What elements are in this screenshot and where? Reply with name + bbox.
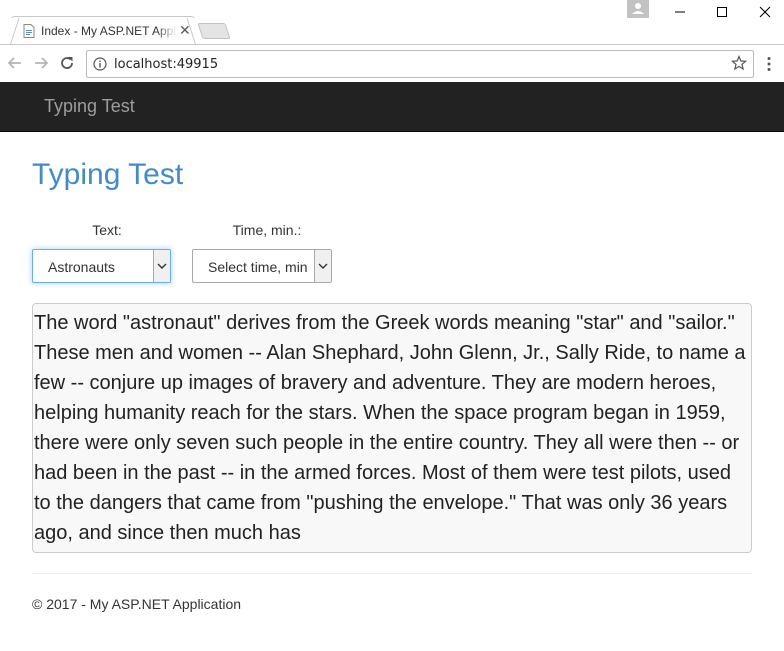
tab-strip: Index - My ASP.NET Application ✕ — [0, 0, 784, 45]
page-title: Typing Test — [32, 158, 184, 191]
browser-toolbar: localhost:49915 — [0, 44, 784, 82]
back-arrow-icon[interactable] — [6, 54, 24, 72]
window-close-icon[interactable] — [755, 3, 775, 21]
address-bar[interactable]: localhost:49915 — [86, 50, 754, 78]
chevron-down-icon — [318, 263, 328, 269]
passage-text: The word "astronaut" derives from the Gr… — [34, 312, 746, 544]
maximize-icon[interactable] — [712, 3, 732, 21]
time-select[interactable]: Select time, min — [192, 249, 332, 283]
text-select-value: Astronauts — [48, 259, 115, 275]
reload-icon[interactable] — [58, 54, 76, 72]
footer-divider — [32, 573, 752, 574]
navbar-brand-link[interactable]: Typing Test — [44, 96, 135, 117]
text-select-label: Text: — [92, 222, 122, 238]
text-select-dropdown-button[interactable] — [153, 250, 170, 282]
text-select[interactable]: Astronauts — [32, 249, 171, 283]
minimize-icon[interactable] — [670, 3, 690, 21]
chevron-down-icon — [157, 263, 167, 269]
close-icon[interactable]: ✕ — [179, 22, 191, 39]
profile-icon[interactable] — [627, 0, 649, 18]
site-navbar: Typing Test — [0, 82, 784, 132]
info-icon[interactable] — [93, 57, 107, 71]
page-icon — [23, 24, 35, 38]
more-vert-icon[interactable] — [766, 56, 772, 72]
typing-text-panel: The word "astronaut" derives from the Gr… — [32, 303, 752, 553]
star-icon[interactable] — [731, 55, 747, 71]
time-select-dropdown-button[interactable] — [314, 250, 331, 282]
new-tab-button[interactable] — [197, 23, 231, 39]
time-select-value: Select time, min — [208, 259, 308, 275]
browser-tab[interactable]: Index - My ASP.NET Application ✕ — [10, 16, 196, 45]
forward-arrow-icon[interactable] — [32, 54, 50, 72]
time-select-label: Time, min.: — [232, 222, 302, 238]
url-text[interactable]: localhost:49915 — [114, 57, 218, 72]
tab-title: Index - My ASP.NET Application — [41, 24, 177, 38]
footer-copyright: © 2017 - My ASP.NET Application — [32, 596, 242, 612]
